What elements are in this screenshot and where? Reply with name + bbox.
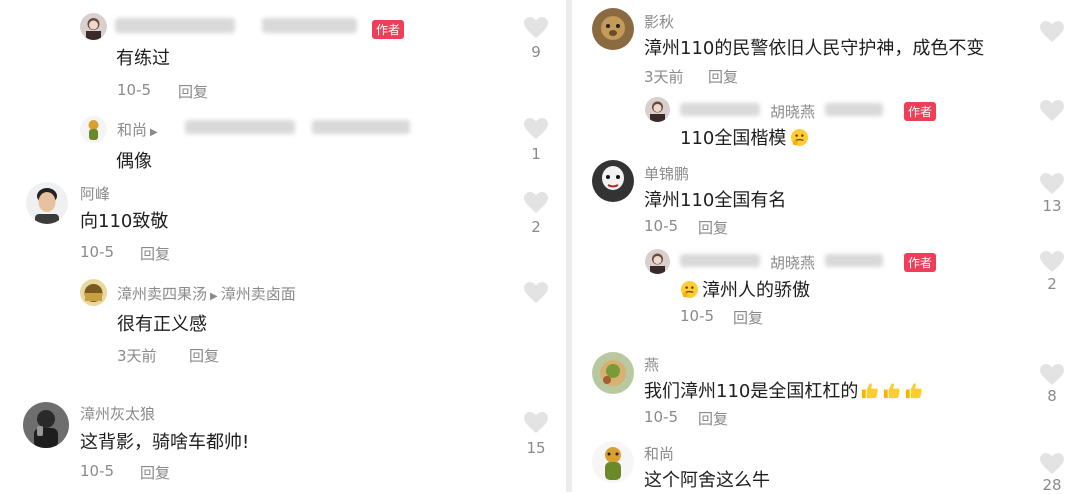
reply-button[interactable]: 回复	[178, 81, 208, 102]
thumbs-up-icon	[860, 381, 879, 400]
heart-icon[interactable]	[524, 412, 548, 434]
comment-username: 漳州卖四果汤 ▶ 漳州卖卤面	[117, 285, 296, 303]
reply-button[interactable]: 回复	[708, 66, 738, 87]
thumbs-up-icon	[882, 381, 901, 400]
blurred-username	[262, 18, 357, 33]
blurred-username	[680, 103, 760, 116]
avatar[interactable]	[592, 352, 634, 394]
avatar[interactable]	[23, 402, 69, 448]
comment-time: 10-5	[644, 408, 679, 426]
author-badge: 作者	[904, 102, 937, 121]
reply-button[interactable]: 回复	[140, 462, 170, 483]
reply-button[interactable]: 回复	[140, 243, 170, 264]
comment-username: 胡晓燕	[770, 103, 816, 121]
heart-icon[interactable]	[1040, 21, 1064, 43]
like-count: 13	[1042, 197, 1062, 215]
like-count: 8	[1047, 387, 1057, 405]
comment-text: 向110致敬	[80, 211, 169, 232]
avatar[interactable]	[80, 279, 107, 306]
like-count: 28	[1042, 476, 1062, 494]
heart-icon[interactable]	[1040, 173, 1064, 195]
like-count: 15	[526, 439, 546, 457]
heart-icon[interactable]	[524, 192, 548, 214]
comment-username: 和尚	[644, 445, 675, 463]
like-count: 2	[531, 218, 541, 236]
comment-username: 胡晓燕	[770, 254, 816, 272]
comment-text: 漳州人的骄傲	[680, 276, 810, 302]
comment-time: 3天前	[644, 68, 684, 86]
blurred-username	[185, 120, 295, 134]
comment-text: 这个阿舍这么牛	[644, 470, 770, 491]
blurred-username	[825, 254, 883, 267]
reply-arrow-icon: ▶	[210, 291, 218, 302]
blurred-username	[680, 254, 760, 267]
author-badge: 作者	[372, 20, 405, 39]
comment-username: 影秋	[644, 13, 675, 31]
reply-arrow-icon: ▶	[150, 127, 158, 138]
author-badge: 作者	[904, 253, 937, 272]
blurred-username	[825, 103, 883, 116]
reply-button[interactable]: 回复	[733, 307, 763, 328]
comment-time: 10-5	[644, 217, 679, 235]
avatar[interactable]	[592, 8, 634, 50]
comment-text: 这背影，骑啥车都帅!	[80, 432, 250, 453]
heart-icon[interactable]	[1040, 251, 1064, 273]
heart-icon[interactable]	[524, 17, 548, 39]
comment-text: 漳州110的民警依旧人民守护神，成色不变	[644, 38, 985, 59]
comment-username: 阿峰	[80, 185, 111, 203]
avatar[interactable]	[592, 441, 634, 483]
like-count: 2	[1047, 275, 1057, 293]
comment-text: 漳州110全国有名	[644, 190, 787, 211]
heart-icon[interactable]	[1040, 364, 1064, 386]
comment-text: 我们漳州110是全国杠杠的	[644, 377, 923, 403]
comment-text: 有练过	[116, 48, 170, 69]
comment-time: 10-5	[117, 81, 152, 99]
thinking-emoji-icon	[680, 280, 699, 299]
heart-icon[interactable]	[1040, 100, 1064, 122]
avatar[interactable]	[26, 182, 68, 224]
heart-icon[interactable]	[524, 282, 548, 304]
comment-username: 漳州灰太狼	[80, 405, 156, 423]
comment-text: 110全国楷模	[680, 124, 809, 150]
comment-username: 单锦鹏	[644, 165, 690, 183]
like-count: 9	[531, 43, 541, 61]
heart-icon[interactable]	[1040, 453, 1064, 475]
reply-button[interactable]: 回复	[698, 217, 728, 238]
like-count: 1	[531, 145, 541, 163]
avatar[interactable]	[592, 160, 634, 202]
reply-button[interactable]: 回复	[189, 345, 219, 366]
reply-button[interactable]: 回复	[698, 408, 728, 429]
avatar[interactable]	[645, 97, 670, 122]
thumbs-up-icon	[904, 381, 923, 400]
blurred-username	[115, 18, 235, 33]
comment-username: 燕	[644, 356, 660, 374]
blurred-username	[312, 120, 410, 134]
avatar[interactable]	[80, 13, 107, 40]
heart-icon[interactable]	[524, 118, 548, 140]
comment-time: 10-5	[680, 307, 715, 325]
avatar[interactable]	[80, 116, 107, 143]
thinking-emoji-icon	[790, 128, 809, 147]
avatar[interactable]	[645, 249, 670, 274]
comment-time: 10-5	[80, 462, 115, 480]
comment-text: 很有正义感	[117, 314, 207, 335]
comment-text: 偶像	[116, 151, 152, 172]
comment-time: 3天前	[117, 347, 157, 365]
comment-username: 和尚 ▶	[117, 121, 158, 139]
comment-time: 10-5	[80, 243, 115, 261]
column-divider	[566, 0, 572, 492]
